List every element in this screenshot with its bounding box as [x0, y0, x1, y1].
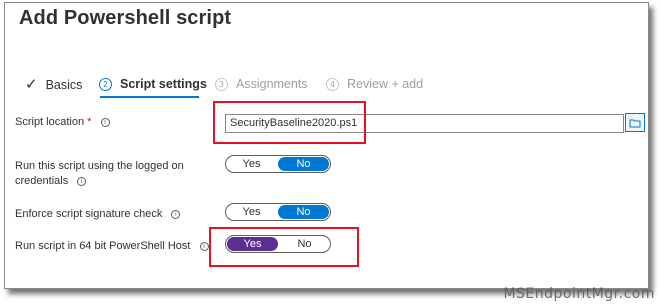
script-location-label-text: Script location [15, 116, 85, 128]
required-marker: * [87, 116, 92, 128]
info-icon[interactable]: i [199, 241, 209, 251]
toggle-yes-option[interactable]: Yes [226, 156, 277, 172]
highlight-box [209, 227, 359, 267]
tab-assignments[interactable]: 3 Assignments [215, 77, 308, 91]
step-number-icon: 4 [326, 77, 339, 91]
browse-button[interactable] [625, 113, 645, 132]
tab-review-add[interactable]: 4 Review + add [326, 77, 423, 91]
info-icon[interactable]: i [77, 176, 87, 186]
tab-review-add-label: Review + add [347, 77, 424, 91]
step-number-icon: 3 [215, 77, 228, 91]
run-64bit-label: Run script in 64 bit PowerShell Host i [15, 239, 209, 254]
checkmark-icon: ✓ [25, 76, 38, 93]
wizard-steps: ✓ Basics 2 Script settings 3 Assignments… [25, 77, 445, 97]
tab-basics[interactable]: ✓ Basics [25, 77, 82, 92]
run-logged-on-label: Run this script using the logged on cred… [15, 159, 205, 189]
active-tab-underline [100, 96, 199, 98]
toggle-no-option[interactable]: No [278, 157, 329, 171]
tab-assignments-label: Assignments [236, 77, 308, 91]
watermark: MSEndpointMgr.com [503, 286, 655, 302]
tab-script-settings[interactable]: 2 Script settings [99, 77, 207, 91]
toggle-no-option[interactable]: No [278, 205, 329, 219]
tab-script-settings-label: Script settings [120, 77, 207, 91]
signature-check-label-text: Enforce script signature check [15, 208, 163, 220]
folder-icon [629, 119, 641, 127]
highlight-box [213, 101, 366, 144]
signature-check-toggle[interactable]: Yes No [225, 203, 331, 221]
page-title: Add Powershell script [19, 7, 232, 29]
signature-check-label: Enforce script signature check i [15, 207, 181, 222]
info-icon[interactable]: i [100, 117, 110, 127]
run-logged-on-label-text: Run this script using the logged on cred… [15, 160, 184, 187]
run-logged-on-toggle[interactable]: Yes No [225, 155, 331, 173]
dialog-frame: Add Powershell script ✓ Basics 2 Script … [4, 2, 649, 289]
info-icon[interactable]: i [171, 209, 181, 219]
script-location-label: Script location * i [15, 115, 110, 130]
run-64bit-label-text: Run script in 64 bit PowerShell Host [15, 240, 191, 252]
toggle-yes-option[interactable]: Yes [226, 204, 277, 220]
tab-basics-label: Basics [45, 77, 83, 92]
step-number-icon: 2 [99, 77, 112, 91]
